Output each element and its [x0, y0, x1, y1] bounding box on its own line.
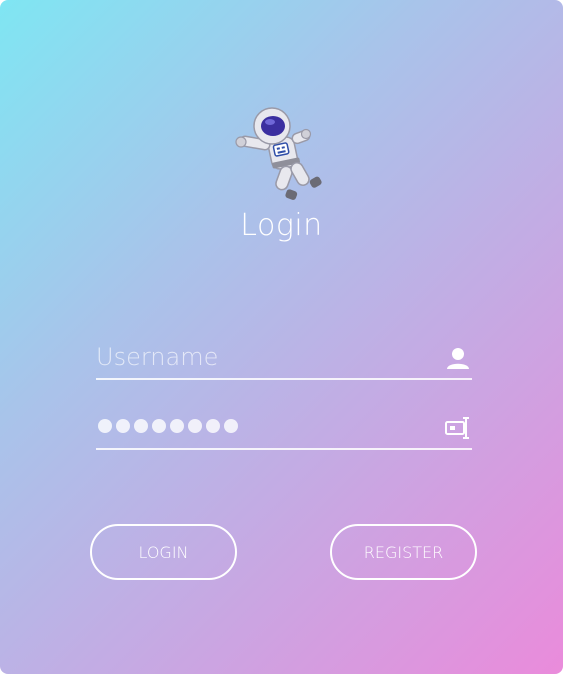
register-button[interactable]: REGISTER	[330, 524, 477, 580]
user-icon	[447, 348, 469, 369]
astronaut-icon	[235, 107, 322, 200]
password-mask-dot	[98, 419, 112, 433]
page-title: Login	[240, 208, 323, 243]
password-mask-dot	[188, 419, 202, 433]
password-field-group[interactable]	[96, 408, 472, 450]
password-mask-dot	[134, 419, 148, 433]
password-mask-dot	[170, 419, 184, 433]
login-button[interactable]: LOGIN	[90, 524, 237, 580]
password-input[interactable]	[98, 419, 238, 435]
password-icon	[445, 417, 469, 439]
password-mask-dot	[152, 419, 166, 433]
login-card: Login LOGIN REGISTER	[0, 0, 563, 674]
password-mask-dot	[116, 419, 130, 433]
username-input[interactable]	[96, 338, 426, 376]
password-mask-dot	[224, 419, 238, 433]
username-field-group	[96, 338, 472, 380]
password-mask-dot	[206, 419, 220, 433]
